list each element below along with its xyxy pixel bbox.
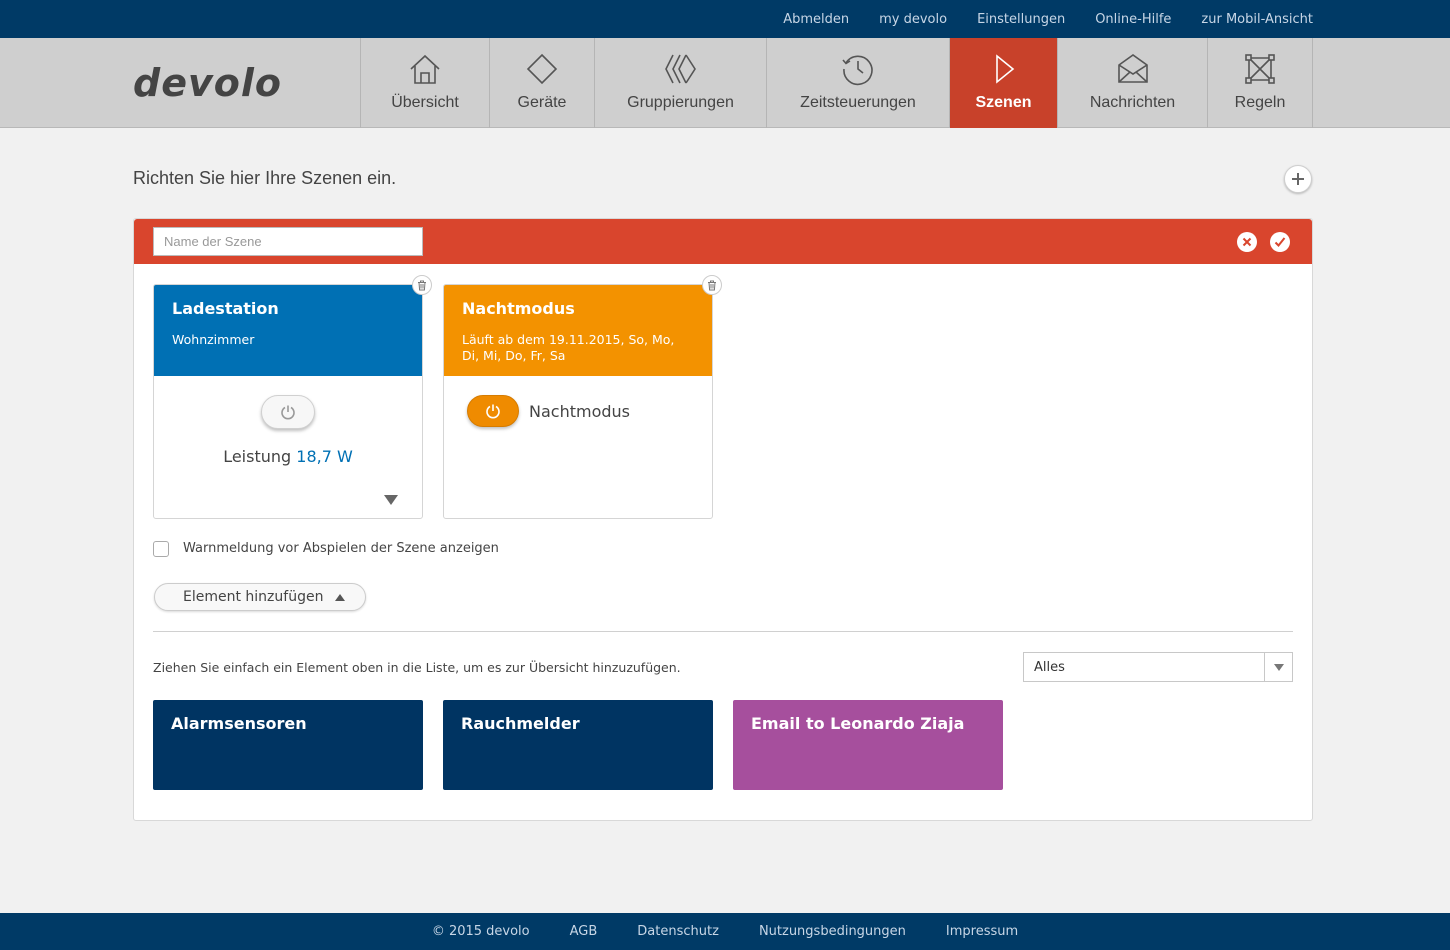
top-bar: Abmelden my devolo Einstellungen Online-…	[0, 0, 1450, 38]
nav-tab-uebersicht[interactable]: Übersicht	[361, 38, 490, 128]
mobile-view-link[interactable]: zur Mobil-Ansicht	[1201, 12, 1313, 27]
nav-tab-szenen[interactable]: Szenen	[950, 38, 1058, 128]
power-icon	[486, 404, 500, 419]
tile-label: Email to Leonardo Ziaja	[751, 714, 965, 733]
tile-alarmsensoren[interactable]: Alarmsensoren	[153, 700, 423, 790]
power-value: 18,7 W	[296, 447, 353, 466]
confirm-button[interactable]	[1270, 232, 1290, 252]
main-nav: devolo Übersicht Geräte Gruppierungen Ze…	[0, 38, 1450, 128]
nachtmodus-toggle-button[interactable]	[467, 395, 519, 427]
my-devolo-link[interactable]: my devolo	[879, 12, 947, 27]
nav-tab-zeitsteuerungen[interactable]: Zeitsteuerungen	[767, 38, 950, 128]
add-element-button[interactable]: Element hinzufügen	[154, 583, 366, 611]
expand-arrow-icon[interactable]	[384, 495, 398, 505]
settings-link[interactable]: Einstellungen	[977, 12, 1065, 27]
nav-label: Zeitsteuerungen	[800, 94, 916, 111]
nav-tab-regeln[interactable]: Regeln	[1208, 38, 1313, 128]
power-icon	[281, 405, 295, 420]
add-element-label: Element hinzufügen	[183, 589, 324, 605]
play-icon	[987, 52, 1021, 86]
tile-email-leonardo-ziaja[interactable]: Email to Leonardo Ziaja	[733, 700, 1003, 790]
nav-items: Übersicht Geräte Gruppierungen Zeitsteue…	[360, 38, 1313, 128]
card-title: Nachtmodus	[462, 299, 575, 318]
nav-label: Szenen	[975, 94, 1032, 111]
diamond-icon	[525, 52, 559, 86]
nav-label: Geräte	[517, 94, 567, 111]
top-links: Abmelden my devolo Einstellungen Online-…	[753, 0, 1313, 38]
delete-card-button[interactable]	[702, 275, 722, 295]
nav-tab-geraete[interactable]: Geräte	[490, 38, 595, 128]
divider	[153, 631, 1293, 632]
groups-icon	[664, 52, 698, 86]
scene-element-card-nachtmodus[interactable]: Nachtmodus Läuft ab dem 19.11.2015, So, …	[443, 275, 722, 519]
card-subtitle: Läuft ab dem 19.11.2015, So, Mo, Di, Mi,…	[462, 332, 675, 363]
nav-label: Gruppierungen	[627, 94, 734, 111]
scene-editor-header	[134, 219, 1312, 264]
scene-element-card-ladestation[interactable]: Ladestation Wohnzimmer Leistung 18,7 W	[153, 275, 432, 519]
footer-impressum-link[interactable]: Impressum	[946, 924, 1018, 939]
trash-icon	[708, 280, 716, 290]
cancel-button[interactable]	[1237, 232, 1257, 252]
card-subtitle: Wohnzimmer	[172, 332, 255, 347]
card-header: Nachtmodus Läuft ab dem 19.11.2015, So, …	[444, 285, 712, 376]
filter-select[interactable]: Alles	[1023, 652, 1293, 682]
checkmark-icon	[1274, 237, 1286, 247]
power-label: Leistung	[223, 447, 292, 466]
devolo-logo[interactable]: devolo	[133, 60, 313, 104]
logout-link[interactable]: Abmelden	[783, 12, 849, 27]
footer-agb-link[interactable]: AGB	[570, 924, 598, 939]
trash-icon	[418, 280, 426, 290]
nav-label: Übersicht	[391, 94, 459, 111]
clock-icon	[841, 52, 875, 86]
chevron-down-icon	[1264, 653, 1292, 681]
add-scene-button[interactable]	[1284, 165, 1312, 193]
scene-editor-panel: Ladestation Wohnzimmer Leistung 18,7 W N…	[133, 218, 1313, 821]
warning-checkbox[interactable]	[153, 541, 169, 557]
nav-tab-gruppierungen[interactable]: Gruppierungen	[595, 38, 767, 128]
page-intro: Richten Sie hier Ihre Szenen ein.	[133, 168, 397, 188]
triangle-up-icon	[335, 594, 345, 601]
nav-label: Regeln	[1234, 94, 1286, 111]
nav-tab-nachrichten[interactable]: Nachrichten	[1058, 38, 1208, 128]
power-toggle-button[interactable]	[261, 395, 315, 429]
tile-label: Alarmsensoren	[171, 714, 307, 733]
tile-label: Rauchmelder	[461, 714, 580, 733]
footer-copyright: © 2015 devolo	[431, 924, 530, 939]
footer-nutzungsbedingungen-link[interactable]: Nutzungsbedingungen	[759, 924, 906, 939]
card-header: Ladestation Wohnzimmer	[154, 285, 422, 376]
network-icon	[1243, 52, 1277, 86]
scene-name-input[interactable]	[153, 227, 423, 256]
power-reading: Leistung 18,7 W	[154, 447, 422, 466]
drag-hint: Ziehen Sie einfach ein Element oben in d…	[153, 660, 681, 675]
close-icon	[1242, 237, 1252, 247]
plus-icon	[1292, 173, 1304, 185]
footer-datenschutz-link[interactable]: Datenschutz	[637, 924, 719, 939]
online-help-link[interactable]: Online-Hilfe	[1095, 12, 1171, 27]
footer: © 2015 devolo AGB Datenschutz Nutzungsbe…	[0, 913, 1450, 950]
envelope-icon	[1116, 52, 1150, 86]
toggle-label: Nachtmodus	[529, 402, 630, 421]
warning-checkbox-label: Warnmeldung vor Abspielen der Szene anze…	[183, 541, 499, 556]
tile-rauchmelder[interactable]: Rauchmelder	[443, 700, 713, 790]
filter-selected-value: Alles	[1034, 659, 1065, 675]
logo-text: devolo	[133, 61, 282, 104]
delete-card-button[interactable]	[412, 275, 432, 295]
card-title: Ladestation	[172, 299, 279, 318]
nav-label: Nachrichten	[1089, 94, 1176, 111]
house-icon	[408, 52, 442, 86]
